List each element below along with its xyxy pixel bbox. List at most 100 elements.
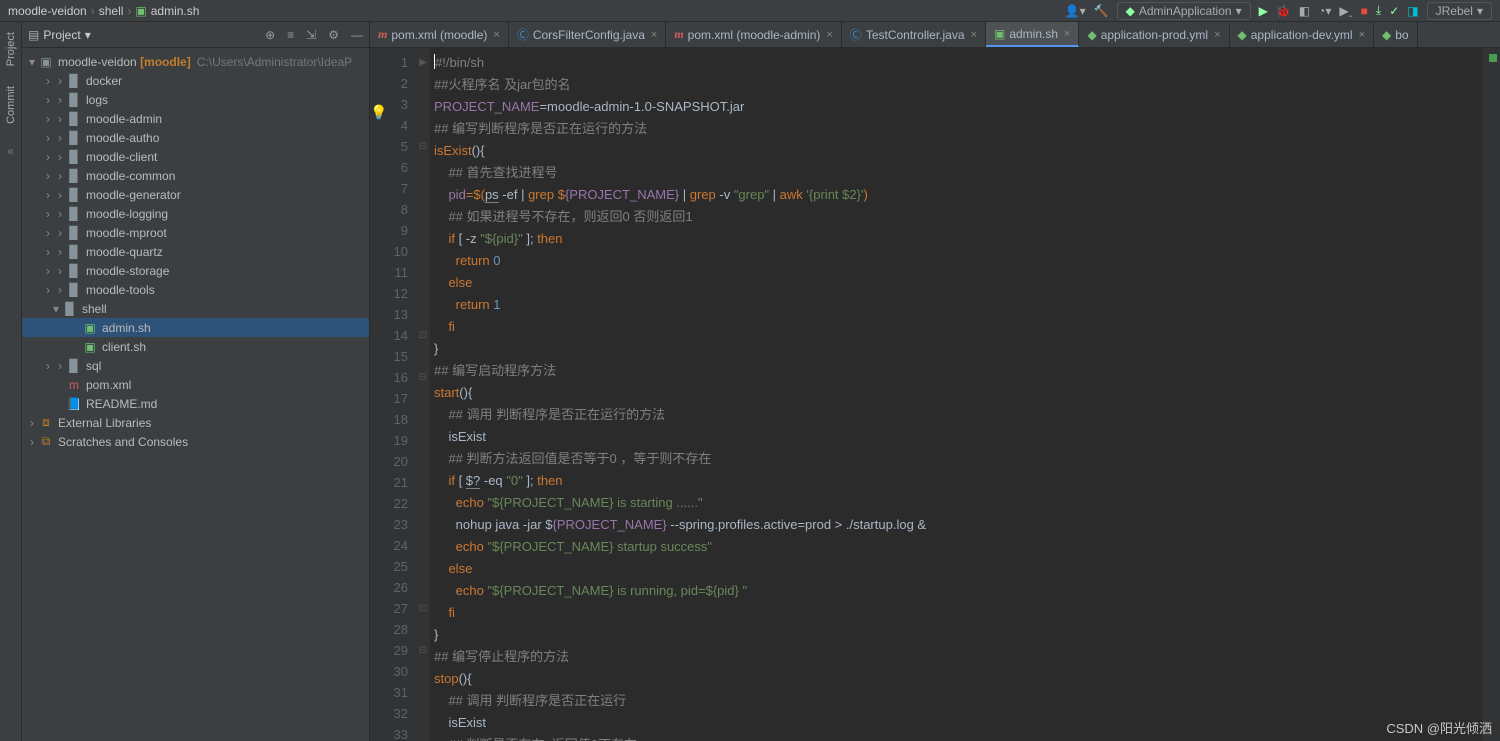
breadcrumb[interactable]: moodle-veidon › shell › ▣ admin.sh <box>8 4 199 18</box>
tab-pom-moodle[interactable]: mpom.xml (moodle)× <box>370 22 509 47</box>
maven-icon: m <box>674 27 683 42</box>
tree-file-pom[interactable]: mpom.xml <box>22 375 369 394</box>
class-icon: Ⓒ <box>850 26 862 43</box>
select-opened-icon[interactable]: ⊕ <box>265 28 275 42</box>
tab-label: pom.xml (moodle-admin) <box>688 28 821 42</box>
chevron-down-icon: ▾ <box>85 28 91 42</box>
profile-icon[interactable]: ◔▾ <box>1318 4 1331 18</box>
coverage-icon[interactable]: ◧ <box>1299 4 1310 18</box>
folder-label: moodle-client <box>86 150 157 164</box>
tree-folder[interactable]: ››▉moodle-logging <box>22 204 369 223</box>
project-view-label: Project <box>43 28 80 42</box>
class-icon: Ⓒ <box>517 26 529 43</box>
stop-icon[interactable]: ■ <box>1361 4 1368 18</box>
marker-bar[interactable] <box>1482 48 1500 741</box>
close-icon[interactable]: × <box>971 29 977 41</box>
tree-folder-shell[interactable]: ▾▉shell <box>22 299 369 318</box>
folder-label: moodle-autho <box>86 131 159 145</box>
tab-app-dev[interactable]: ◆ application-dev.yml × <box>1230 22 1375 47</box>
vcs-commit-icon[interactable]: ✓ <box>1389 4 1399 18</box>
folder-label: moodle-quartz <box>86 245 163 259</box>
intention-bulb-icon[interactable]: 💡 <box>370 104 387 121</box>
tab-app-prod[interactable]: ◆ application-prod.yml × <box>1079 22 1229 47</box>
collapse-all-icon[interactable]: ⇲ <box>306 28 316 42</box>
tree-folder[interactable]: ››▉moodle-quartz <box>22 242 369 261</box>
tree-scratches[interactable]: ›⧉Scratches and Consoles <box>22 432 369 451</box>
tab-testcontroller[interactable]: ⒸTestController.java× <box>842 22 986 47</box>
toolbar: 👤▾ 🔨 ◆ AdminApplication ▾ ▶ 🐞 ◧ ◔▾ ▶ˍ ■ … <box>1065 2 1492 20</box>
tree-folder[interactable]: ››▉moodle-generator <box>22 185 369 204</box>
breadcrumb-file[interactable]: admin.sh <box>151 4 200 18</box>
root-module: [moodle] <box>140 55 191 69</box>
fold-column[interactable]: ▶ ⊟ ⊡⊟ ⊡⊟ <box>416 48 430 741</box>
settings-icon[interactable]: ⚙ <box>328 28 339 42</box>
leaf-icon: ◆ <box>1238 28 1247 42</box>
run-config-dropdown[interactable]: ◆ AdminApplication ▾ <box>1117 2 1251 20</box>
hammer-icon[interactable]: 🔨 <box>1094 4 1109 18</box>
tree-ext-libs[interactable]: ›⧈External Libraries <box>22 413 369 432</box>
hide-icon[interactable]: — <box>351 28 363 42</box>
project-tree[interactable]: ▾▣ moodle-veidon [moodle] C:\Users\Admin… <box>22 48 369 741</box>
tree-folder[interactable]: ››▉logs <box>22 90 369 109</box>
tree-folder[interactable]: ››▉moodle-common <box>22 166 369 185</box>
tree-file-client-sh[interactable]: ▣client.sh <box>22 337 369 356</box>
line-gutter[interactable]: 1234567891011121314151617181920212223242… <box>370 48 416 741</box>
tree-folder[interactable]: ››▉moodle-client <box>22 147 369 166</box>
code-editor[interactable]: #!/bin/sh ##火程序名 及jar包的名 PROJECT_NAME=mo… <box>430 48 1482 741</box>
file-label: client.sh <box>102 340 146 354</box>
close-icon[interactable]: × <box>1064 28 1070 40</box>
tree-folder[interactable]: ››▉docker <box>22 71 369 90</box>
sh-icon: ▣ <box>994 27 1005 41</box>
tab-pom-admin[interactable]: m pom.xml (moodle-admin) × <box>666 22 841 47</box>
tab-bootstrap[interactable]: ◆bo <box>1374 22 1418 47</box>
expand-all-icon[interactable]: ≡ <box>287 28 294 42</box>
close-icon[interactable]: × <box>493 29 499 41</box>
tree-folder[interactable]: ››▉moodle-mproot <box>22 223 369 242</box>
project-header[interactable]: ▤ Project ▾ <box>28 28 91 42</box>
tab-admin-sh[interactable]: ▣ admin.sh × <box>986 22 1079 47</box>
leaf-icon: ◆ <box>1126 4 1135 18</box>
user-menu-icon[interactable]: 👤▾ <box>1065 4 1086 18</box>
commit-tool-tab[interactable]: Commit <box>5 86 17 124</box>
chevron-down-icon: ▾ <box>1236 4 1242 18</box>
tree-file-admin-sh[interactable]: ▣admin.sh <box>22 318 369 337</box>
tab-label: application-dev.yml <box>1251 28 1353 42</box>
tree-file-readme[interactable]: 📘README.md <box>22 394 369 413</box>
tree-folder[interactable]: ››▉moodle-admin <box>22 109 369 128</box>
leaf-icon: ◆ <box>1382 28 1391 42</box>
tree-folder[interactable]: ››▉sql <box>22 356 369 375</box>
tree-root[interactable]: ▾▣ moodle-veidon [moodle] C:\Users\Admin… <box>22 52 369 71</box>
navigation-bar: moodle-veidon › shell › ▣ admin.sh 👤▾ 🔨 … <box>0 0 1500 22</box>
watermark: CSDN @阳光倾洒 <box>1386 718 1492 737</box>
project-tool-tab[interactable]: Project <box>5 32 17 66</box>
close-icon[interactable]: × <box>1214 29 1220 41</box>
run-icon[interactable]: ▶ <box>1259 4 1268 18</box>
chevron-right-icon: › <box>127 4 131 18</box>
folder-label: docker <box>86 74 122 88</box>
folder-label: logs <box>86 93 108 107</box>
attach-icon[interactable]: ▶ˍ <box>1339 4 1352 18</box>
root-path: C:\Users\Administrator\IdeaP <box>197 55 352 69</box>
leaf-icon: ◆ <box>1087 28 1096 42</box>
vcs-update-icon[interactable]: ⤓ <box>1376 3 1381 18</box>
check-mark-icon <box>1489 54 1497 62</box>
tree-folder[interactable]: ››▉moodle-tools <box>22 280 369 299</box>
tab-corsfilter[interactable]: ⒸCorsFilterConfig.java× <box>509 22 667 47</box>
tree-folder[interactable]: ››▉moodle-storage <box>22 261 369 280</box>
left-gutter-tabs: Project Commit « <box>0 22 22 741</box>
folder-label: sql <box>86 359 101 373</box>
collapse-icon[interactable]: « <box>7 144 14 158</box>
folder-label: moodle-storage <box>86 264 169 278</box>
close-icon[interactable]: × <box>651 29 657 41</box>
tree-folder[interactable]: ››▉moodle-autho <box>22 128 369 147</box>
tab-label: application-prod.yml <box>1101 28 1208 42</box>
search-everywhere-icon[interactable]: ◨ <box>1407 4 1418 18</box>
folder-label: shell <box>82 302 107 316</box>
tab-label: admin.sh <box>1009 27 1058 41</box>
debug-icon[interactable]: 🐞 <box>1276 4 1291 18</box>
jrebel-dropdown[interactable]: JRebel ▾ <box>1427 2 1492 20</box>
breadcrumb-folder[interactable]: shell <box>99 4 124 18</box>
close-icon[interactable]: × <box>1359 29 1365 41</box>
breadcrumb-project[interactable]: moodle-veidon <box>8 4 87 18</box>
close-icon[interactable]: × <box>826 29 832 41</box>
